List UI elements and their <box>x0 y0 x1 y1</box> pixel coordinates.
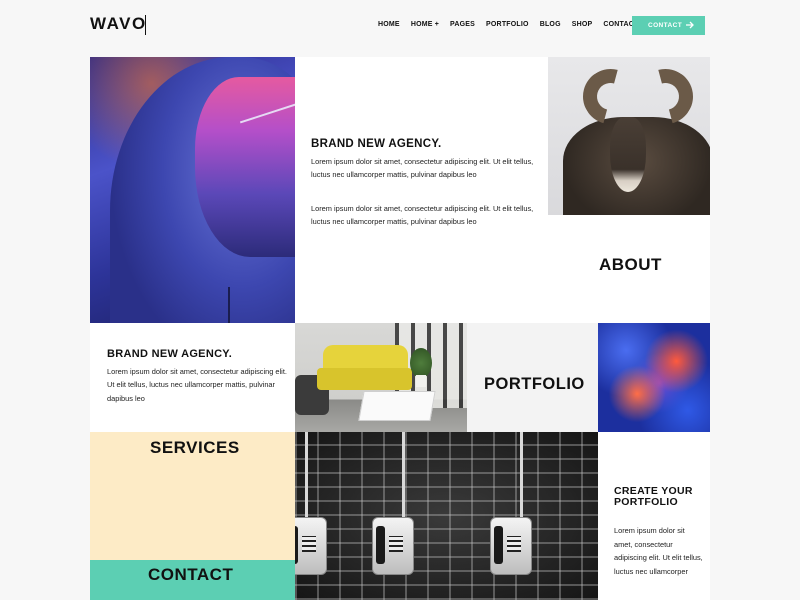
site-header: WAVO HOME HOME + PAGES PORTFOLIO BLOG SH… <box>0 0 800 52</box>
sofa-seat <box>317 368 412 390</box>
arrow-right-icon <box>686 21 694 29</box>
payphones-image <box>295 432 598 600</box>
phone-pipe <box>520 432 523 522</box>
create-title: CREATE YOUR PORTFOLIO <box>614 485 693 508</box>
intro-title: BRAND NEW AGENCY. <box>311 138 442 150</box>
pot-shape <box>416 375 426 387</box>
phone-keypad <box>507 536 521 552</box>
brand-paragraph: Lorem ipsum dolor sit amet, consectetur … <box>107 367 287 403</box>
nav-item-shop[interactable]: SHOP <box>572 21 593 28</box>
hoodie-cord <box>228 287 230 323</box>
nav-item-blog[interactable]: BLOG <box>540 21 561 28</box>
portfolio-tile[interactable]: PORTFOLIO <box>467 323 598 432</box>
logo-divider <box>145 15 146 35</box>
phone-receiver <box>295 526 298 564</box>
create-portfolio-section: CREATE YOUR PORTFOLIO Lorem ipsum dolor … <box>598 432 710 600</box>
intro-paragraph-2: Lorem ipsum dolor sit amet, consectetur … <box>311 204 534 227</box>
living-room-image <box>295 323 467 432</box>
brand-section: BRAND NEW AGENCY. Lorem ipsum dolor sit … <box>90 323 295 432</box>
nav-item-portfolio[interactable]: PORTFOLIO <box>486 21 529 28</box>
main-nav: HOME HOME + PAGES PORTFOLIO BLOG SHOP CO… <box>378 21 649 28</box>
services-label: SERVICES <box>150 438 240 457</box>
create-paragraph: Lorem ipsum dolor sit amet, consectetur … <box>614 526 703 576</box>
ram-image <box>548 57 710 215</box>
phone-receiver <box>494 526 503 564</box>
nav-item-home-plus[interactable]: HOME + <box>411 21 439 28</box>
nav-item-pages[interactable]: PAGES <box>450 21 475 28</box>
intro-paragraph-1: Lorem ipsum dolor sit amet, consectetur … <box>311 157 534 180</box>
payphone <box>295 517 327 575</box>
table-shape <box>358 391 436 421</box>
about-label: ABOUT <box>599 255 662 274</box>
phone-keypad <box>302 536 316 552</box>
phone-pipe <box>402 432 405 522</box>
ram-face <box>610 117 646 192</box>
phone-pipe <box>305 432 308 522</box>
contact-tile[interactable]: CONTACT <box>90 560 295 600</box>
intro-section: BRAND NEW AGENCY. Lorem ipsum dolor sit … <box>295 57 548 323</box>
hoodie-portrait-image <box>90 57 295 323</box>
contact-button-label: CONTACT <box>648 22 683 29</box>
portfolio-label: PORTFOLIO <box>484 375 585 393</box>
site-logo[interactable]: WAVO <box>90 14 147 34</box>
nav-item-home[interactable]: HOME <box>378 21 400 28</box>
ink-smoke-image <box>598 323 710 432</box>
plant-shape <box>410 348 432 378</box>
services-tile[interactable]: SERVICES <box>90 432 295 560</box>
payphone <box>372 517 414 575</box>
face-shape <box>195 77 295 257</box>
contact-label: CONTACT <box>148 565 234 584</box>
phone-receiver <box>376 526 385 564</box>
payphone <box>490 517 532 575</box>
brand-title: BRAND NEW AGENCY. <box>107 348 233 360</box>
contact-button[interactable]: CONTACT <box>632 16 705 35</box>
phone-keypad <box>389 536 403 552</box>
about-tile[interactable]: ABOUT <box>548 215 710 323</box>
